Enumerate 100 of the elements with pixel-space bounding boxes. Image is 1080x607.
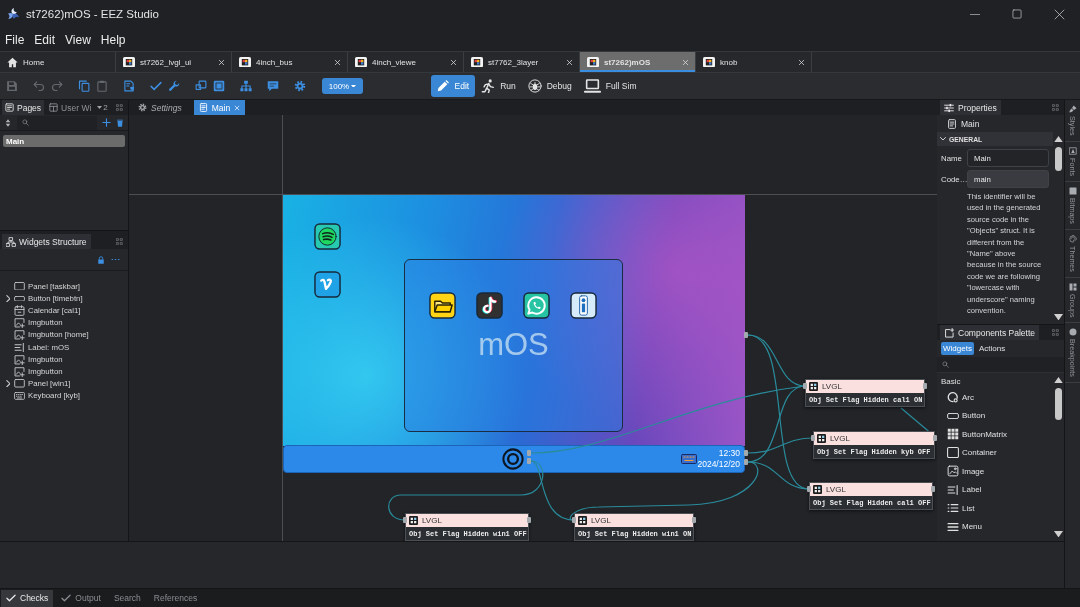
group-label: Basic xyxy=(940,376,962,388)
chevron-right-icon[interactable] xyxy=(5,379,11,388)
clock-date: 2024/12/20 xyxy=(697,458,740,469)
close-icon[interactable] xyxy=(1053,8,1065,20)
layout-icon xyxy=(49,103,59,112)
close-icon[interactable] xyxy=(566,58,573,66)
music-note-icon[interactable] xyxy=(476,292,503,319)
bug-icon xyxy=(527,79,542,93)
image-plus-icon xyxy=(14,329,25,341)
panel-tab[interactable]: Search xyxy=(108,589,146,607)
box-triangle-icon xyxy=(1068,146,1077,155)
close-icon[interactable] xyxy=(798,58,805,66)
window-label: mOS xyxy=(478,328,549,362)
folder-icon[interactable] xyxy=(429,292,456,319)
dot-icon xyxy=(1068,328,1077,337)
panel-tab[interactable]: Widgets Structure xyxy=(2,234,91,249)
info-icon[interactable] xyxy=(570,292,597,319)
window-title: st7262)mOS - EEZ Studio xyxy=(26,8,159,20)
copy-icon[interactable] xyxy=(78,80,90,92)
search-icon xyxy=(942,361,949,368)
image-plus-icon xyxy=(14,353,25,365)
settings-icon[interactable] xyxy=(294,80,306,92)
rectangle-icon xyxy=(14,281,25,291)
minimize-icon[interactable] xyxy=(970,13,980,15)
phone-bubble-icon[interactable] xyxy=(523,292,550,319)
grip-icon[interactable] xyxy=(116,104,123,111)
palette-item[interactable]: Menu xyxy=(937,517,1053,536)
panel-tab[interactable]: Components Palette xyxy=(940,325,1040,340)
menubar-title[interactable]: File xyxy=(3,29,27,50)
keyboard-icon xyxy=(14,391,25,400)
scrollbar-thumb[interactable] xyxy=(1055,147,1062,172)
frame-icon[interactable] xyxy=(195,80,207,92)
panel-tab[interactable]: Output xyxy=(56,589,106,607)
editor-tab[interactable]: Main xyxy=(193,100,246,115)
menubar-title[interactable]: View xyxy=(63,29,93,50)
panel-tab[interactable]: User Wi xyxy=(46,100,95,115)
app-logo-icon xyxy=(6,7,20,21)
palette-item[interactable]: Label xyxy=(937,480,1053,499)
document-heart-icon[interactable] xyxy=(123,80,135,92)
add-square-icon xyxy=(944,327,954,338)
project-tab[interactable]: st7262)mOS xyxy=(580,52,696,72)
palette-item[interactable]: Image xyxy=(937,462,1053,481)
search-field[interactable] xyxy=(17,115,97,130)
grip-icon[interactable] xyxy=(1052,104,1059,111)
check-icon[interactable] xyxy=(150,80,162,92)
panel-tab[interactable]: Pages xyxy=(2,100,45,115)
zoom-dropdown[interactable]: 100% xyxy=(322,78,363,94)
hierarchy-icon[interactable] xyxy=(240,80,252,92)
simulator-button[interactable]: Full Sim xyxy=(577,75,643,97)
list-icon xyxy=(947,502,959,515)
trash-icon[interactable] xyxy=(116,118,124,127)
brush-icon xyxy=(1068,105,1077,113)
palette-item[interactable]: Button xyxy=(937,406,1053,425)
search-icon xyxy=(22,119,29,126)
debug-button[interactable]: Debug xyxy=(521,75,578,97)
palette-item[interactable]: Arc xyxy=(937,388,1053,407)
project-icon xyxy=(703,56,715,68)
menubar-title[interactable]: Help xyxy=(98,29,128,50)
squares-icon xyxy=(817,434,826,443)
sort-icon[interactable] xyxy=(4,118,12,127)
dots-icon[interactable] xyxy=(111,258,120,261)
v-mark-icon[interactable] xyxy=(314,271,341,298)
run-button[interactable]: Run xyxy=(475,75,522,97)
menubar-title[interactable]: Edit xyxy=(32,29,58,50)
grip-icon[interactable] xyxy=(116,238,123,245)
palette-item[interactable]: ButtonMatrix xyxy=(937,425,1053,444)
comment-icon[interactable] xyxy=(267,80,279,92)
panel-tab[interactable]: Properties xyxy=(940,100,1001,115)
chevron-down-icon xyxy=(940,137,946,141)
palette-item[interactable]: List xyxy=(937,499,1053,518)
panel-tab[interactable]: References xyxy=(148,589,203,607)
close-icon[interactable] xyxy=(218,58,225,66)
target-icon[interactable] xyxy=(502,448,524,470)
scrollbar-thumb[interactable] xyxy=(1055,388,1062,421)
keyboard-icon[interactable] xyxy=(681,454,697,464)
home-icon xyxy=(7,56,18,68)
palette-item[interactable]: Container xyxy=(937,443,1053,462)
close-icon[interactable] xyxy=(450,58,457,66)
more-tabs-button[interactable]: 2 xyxy=(97,100,108,115)
triangle-down-icon[interactable] xyxy=(1054,530,1063,537)
triangle-down-icon[interactable] xyxy=(1054,313,1063,320)
text-icon xyxy=(14,341,25,353)
edit-button[interactable]: Edit xyxy=(431,75,476,97)
chevron-right-icon[interactable] xyxy=(5,294,11,302)
panel-tab[interactable]: Checks xyxy=(1,589,54,607)
search-field[interactable] xyxy=(937,357,1064,373)
triangle-up-icon[interactable] xyxy=(1054,136,1063,143)
triangle-up-icon[interactable] xyxy=(1054,377,1063,384)
palette-tab[interactable]: Actions xyxy=(976,342,1008,355)
lock-icon[interactable] xyxy=(97,255,105,264)
page-item[interactable]: Main xyxy=(3,135,125,147)
maximize-icon[interactable] xyxy=(1012,9,1022,19)
editor-tab[interactable]: Settings xyxy=(133,100,187,115)
palette-tab[interactable]: Widgets xyxy=(941,342,974,355)
plus-icon[interactable] xyxy=(102,118,111,127)
node-title: LVGL xyxy=(822,382,842,391)
grip-icon[interactable] xyxy=(1052,329,1059,336)
wrench-icon[interactable] xyxy=(168,80,180,92)
filled-frame-icon[interactable] xyxy=(213,80,225,92)
close-icon[interactable] xyxy=(334,58,341,66)
